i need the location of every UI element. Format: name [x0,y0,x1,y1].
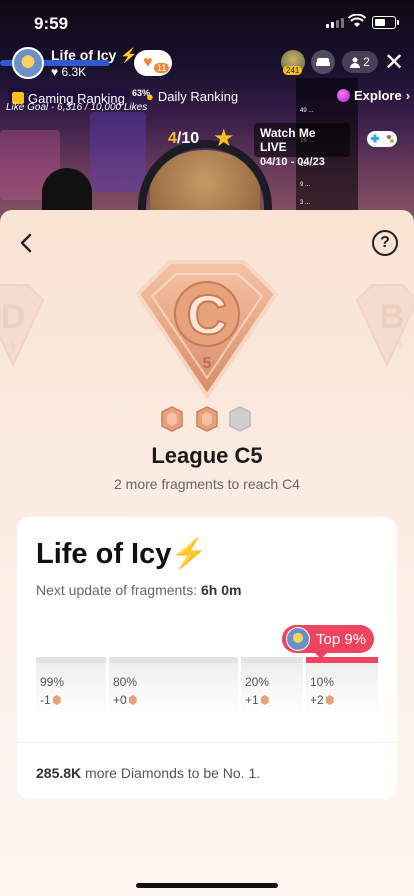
host-profile[interactable]: Life of Icy ⚡ ♥ 6.3K [12,46,138,80]
person-icon [350,57,361,68]
goal-progress-total: /10 [176,130,200,147]
next-update-label: Next update of fragments: [36,582,198,598]
ranking-segments: 99% -1 80% +0 20% +1 10% +2 [36,657,378,719]
league-badge-b[interactable]: B 5 [352,280,414,370]
help-icon[interactable]: ? [372,230,398,256]
chevron-right-icon: › [405,88,411,103]
segment-percent: 99% [40,675,65,689]
league-badge-b-letter: B [380,298,405,336]
sofa-icon[interactable] [311,50,335,74]
league-badge-d-letter: D [1,298,26,336]
watch-me-dates: 04/10 - 04/23 [260,156,325,168]
league-badge-b-level: 5 [397,340,403,351]
diamonds-to-first: 285.8K more Diamonds to be No. 1. [36,765,260,781]
back-icon[interactable] [16,232,38,254]
status-time: 9:59 [34,14,69,33]
watch-me-live-banner[interactable]: Watch Me LIVE 04/10 - 04/23 [254,123,350,168]
heart-icon: ♥ [51,65,59,79]
diamonds-text: more Diamonds to be No. 1. [85,765,261,781]
home-indicator[interactable] [136,883,278,888]
card-host-name: Life of Icy [36,538,172,570]
segment-percent: 10% [310,675,335,689]
daily-ranking-label: Daily Ranking [157,89,239,104]
viewer-count[interactable]: 2 [342,51,378,73]
host-avatar[interactable] [12,47,44,79]
league-sheet: ? D 1 B 5 C 5 League C5 2 more fragments… [0,210,414,896]
explore-button[interactable]: Explore › [337,88,410,103]
fragment-icon [260,695,269,705]
fragment-icon [325,695,334,705]
host-name: Life of Icy [51,47,117,63]
star-icon: ★ [213,125,235,152]
watch-me-title: Watch Me LIVE [260,126,316,154]
ranking-card: Life of Icy⚡ Next update of fragments: 6… [17,517,397,799]
like-goal: Like Goal - 6,316 / 10,000 Likes [6,102,148,113]
league-badge-d-level: 1 [10,340,16,351]
top-percent-badge: Top 9% [282,625,375,653]
lightning-icon: ⚡ [171,538,208,570]
wifi-icon [348,14,366,27]
top-percent-label: Top 9% [316,630,367,648]
fan-club-button[interactable]: ♥ 11 [134,50,172,76]
fragment-icon-empty [229,406,251,432]
segment-fragments: +0 [113,693,127,707]
gift-badge: 241 [283,66,303,75]
segment-fragments: -1 [40,693,51,707]
league-subtitle: 2 more fragments to reach C4 [114,476,300,492]
goal-progress-current: 4 [168,130,177,147]
explore-label: Explore [354,88,402,103]
fan-count: 11 [154,63,170,73]
host-avatar-small [286,627,310,651]
fragment-progress [161,406,251,432]
segment-fragments: +1 [245,693,259,707]
background-shelf [90,112,146,192]
segment-percent: 80% [113,675,138,689]
stream-goal-progress: 4/10 [168,130,199,148]
diamonds-value: 285.8K [36,765,82,781]
close-icon[interactable]: ✕ [384,48,404,77]
headset [138,140,272,210]
segment-percent: 20% [245,675,270,689]
battery-icon [372,16,399,29]
fragment-icon [52,695,61,705]
segment-80: 80% +0 [109,657,238,719]
viewer-count-value: 2 [363,55,370,69]
next-update-value: 6h 0m [200,582,242,598]
explore-icon [337,89,350,102]
gamepad-icon[interactable] [365,125,399,151]
host-likes: 6.3K [61,65,87,79]
league-badge-d[interactable]: D 1 [0,280,48,370]
segment-20: 20% +1 [241,657,303,719]
league-badge-level: 5 [203,355,212,372]
card-divider [17,742,397,743]
daily-ranking-button[interactable]: ● Daily Ranking [146,89,238,104]
segment-99: 99% -1 [36,657,106,719]
league-badge-letter: C [187,283,227,346]
signal-icon [326,18,344,28]
league-badge-c5: C 5 [135,260,279,400]
segment-fragments: +2 [310,693,324,707]
hearts-icon: ♥ [143,54,153,71]
fragment-icon [128,695,137,705]
flame-icon: ● [146,89,154,104]
next-update: Next update of fragments: 6h 0m [36,582,241,598]
segment-10: 10% +2 [306,657,378,719]
status-bar: 9:59 [0,0,414,48]
league-title: League C5 [151,443,263,468]
